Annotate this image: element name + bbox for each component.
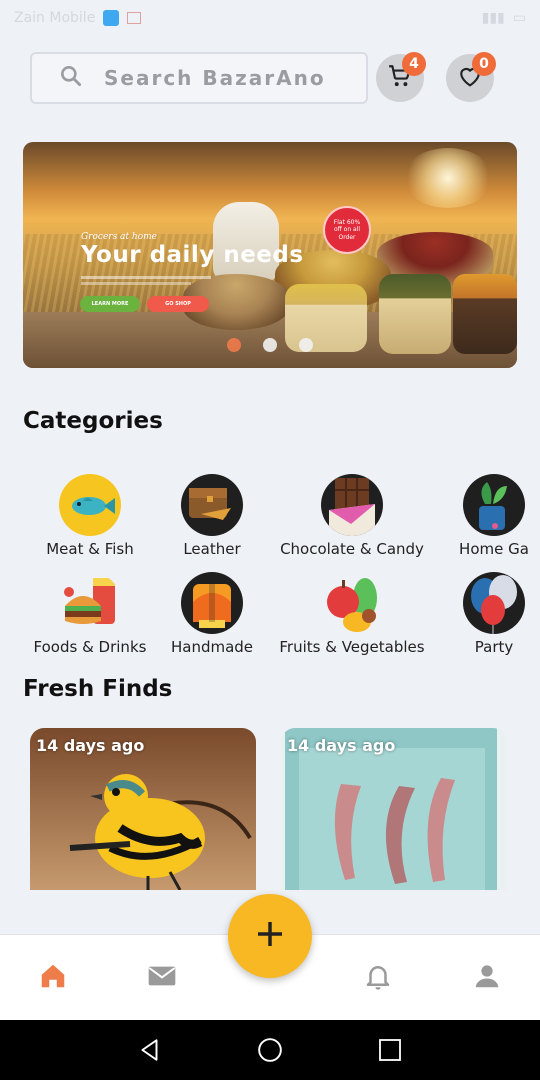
category-fruits-vegetables[interactable]: Fruits & Vegetables [272, 572, 432, 656]
back-icon[interactable] [136, 1036, 164, 1064]
categories-row-1: Meat & Fish Leather Chocolate & Candy Ho… [0, 474, 540, 564]
category-home-garden[interactable]: Home Ga [414, 474, 540, 558]
banner-sun [403, 148, 493, 208]
nav-home[interactable] [36, 961, 70, 995]
signal-icon: ▮▮▮ [481, 10, 505, 26]
home-circle-icon[interactable] [256, 1036, 284, 1064]
add-listing-button[interactable] [228, 894, 312, 978]
chocolate-icon [321, 474, 383, 536]
profile-icon [472, 961, 502, 995]
category-label: Party [474, 638, 514, 656]
battery-icon: ▭ [512, 10, 526, 26]
favorites-button[interactable]: 0 [446, 52, 496, 102]
nav-notifications[interactable] [361, 961, 395, 995]
carousel-dot-2[interactable] [263, 338, 277, 352]
card-timestamp: 14 days ago [287, 736, 396, 755]
fruits-icon [321, 572, 383, 634]
status-bar: Zain Mobile ▮▮▮ ▭ [0, 0, 540, 36]
plus-icon [254, 918, 286, 954]
carousel-dot-1[interactable] [227, 338, 241, 352]
fish-icon [59, 474, 121, 536]
category-party[interactable]: Party [414, 572, 540, 656]
go-shop-button[interactable]: GO SHOP [147, 296, 209, 312]
category-label: Home Ga [459, 540, 529, 558]
burger-icon [59, 572, 121, 634]
banner-lentil-jar [379, 274, 451, 354]
banner-subtext-line [81, 282, 191, 285]
search-icon [58, 63, 84, 93]
category-label: Chocolate & Candy [280, 540, 424, 558]
fresh-find-card[interactable]: 14 days ago [281, 728, 507, 890]
search-input[interactable]: Search BazarAno [30, 52, 368, 104]
plant-icon [463, 474, 525, 536]
cart-button[interactable]: 4 [376, 52, 426, 102]
app-notification-icon [103, 10, 120, 26]
offer-badge: Flat 60% off on all Order [323, 206, 371, 254]
recents-icon[interactable] [376, 1036, 404, 1064]
cart-count-badge: 4 [402, 52, 426, 76]
leather-bag-icon [181, 474, 243, 536]
card-timestamp: 14 days ago [36, 736, 145, 755]
balloon-icon [463, 572, 525, 634]
fresh-finds-title: Fresh Finds [23, 676, 173, 702]
fresh-find-card[interactable]: 14 days ago [30, 728, 256, 890]
categories-title: Categories [23, 408, 163, 434]
banner-headline: Your daily needs [81, 242, 304, 268]
promo-banner[interactable]: Grocers at home Your daily needs LEARN M… [23, 142, 517, 368]
search-placeholder: Search BazarAno [104, 66, 326, 90]
carrier-label: Zain Mobile [14, 10, 96, 26]
system-navigation-bar [0, 1020, 540, 1080]
handmade-icon [181, 572, 243, 634]
message-notification-icon [127, 12, 142, 24]
banner-basket [453, 274, 517, 354]
categories-row-2: Foods & Drinks Handmade Fruits & Vegetab… [0, 572, 540, 662]
bell-icon [363, 961, 393, 995]
nav-profile[interactable] [470, 961, 504, 995]
category-label: Leather [183, 540, 241, 558]
favorites-count-badge: 0 [472, 52, 496, 76]
category-chocolate-candy[interactable]: Chocolate & Candy [272, 474, 432, 558]
category-leather[interactable]: Leather [132, 474, 292, 558]
home-icon [38, 961, 68, 995]
learn-more-button[interactable]: LEARN MORE [80, 296, 140, 312]
nav-messages[interactable] [145, 961, 179, 995]
mail-icon [146, 960, 178, 996]
carousel-dot-3[interactable] [299, 338, 313, 352]
category-label: Fruits & Vegetables [279, 638, 425, 656]
carousel-dots [227, 338, 313, 352]
banner-subtext-line [81, 276, 211, 279]
banner-tagline: Grocers at home [81, 232, 157, 242]
category-handmade[interactable]: Handmade [132, 572, 292, 656]
category-label: Handmade [170, 638, 254, 656]
